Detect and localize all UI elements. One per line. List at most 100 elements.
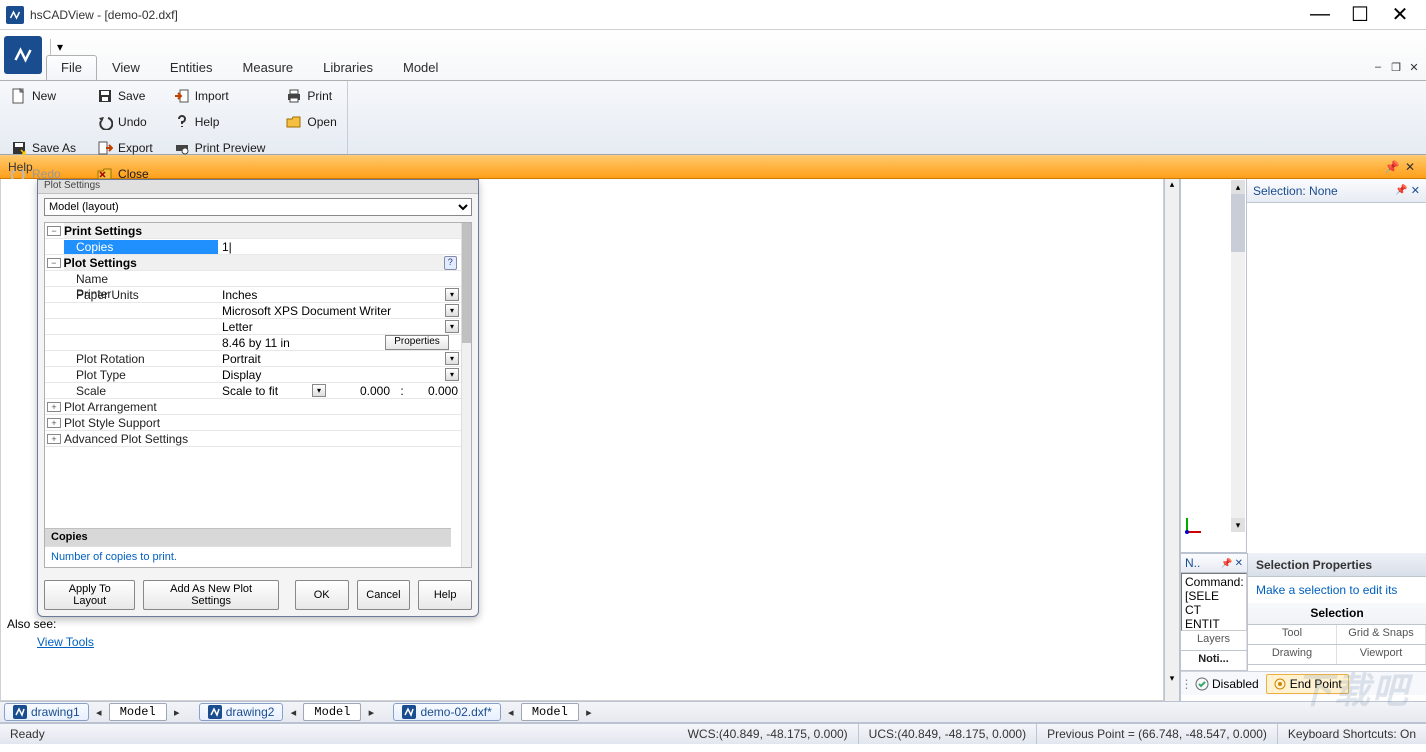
snap-disabled-button[interactable]: Disabled (1188, 674, 1266, 694)
qa-dropdown-icon[interactable]: ▾ (55, 42, 65, 52)
selection-header: Selection: None 📌 ✕ (1247, 179, 1426, 203)
mdi-minimize-icon[interactable]: – (1370, 60, 1386, 74)
minimize-button[interactable]: — (1300, 0, 1340, 30)
tab-measure[interactable]: Measure (228, 55, 309, 80)
export-button[interactable]: Export (92, 135, 157, 161)
import-button[interactable]: Import (169, 83, 270, 109)
doc-tab-demo02[interactable]: demo-02.dxf* (393, 703, 500, 721)
right-tabs2: Drawing Viewport (1248, 645, 1426, 665)
tab-drawing[interactable]: Drawing (1248, 645, 1337, 664)
tab-libraries[interactable]: Libraries (308, 55, 388, 80)
pin-icon[interactable]: 📌 (1395, 185, 1407, 196)
subtab-model3[interactable]: Model (521, 703, 579, 721)
command-input[interactable]: Command: [SELE CT ENTIT (1181, 573, 1247, 631)
menu-tabs: File View Entities Measure Libraries Mod… (46, 55, 453, 80)
row-paperdim-value: 8.46 by 11 inProperties (218, 335, 461, 350)
export-icon (96, 139, 114, 157)
expand-icon[interactable]: + (47, 402, 61, 412)
dlg-help-button[interactable]: Help (418, 580, 472, 610)
expand-icon[interactable]: + (47, 434, 61, 444)
row-rotation-value[interactable]: Portrait▾ (218, 351, 461, 366)
collapse-icon[interactable]: − (47, 258, 61, 268)
tab-tool[interactable]: Tool (1248, 625, 1337, 644)
tab-grid[interactable]: Grid & Snaps (1337, 625, 1426, 644)
chevron-down-icon[interactable]: ▾ (445, 304, 459, 317)
maximize-button[interactable]: ☐ (1340, 0, 1380, 30)
help-scrollbar[interactable]: ▴ ▾ (1164, 179, 1180, 701)
section-plot-settings[interactable]: Plot Settings (64, 255, 444, 270)
doc-tab-drawing2[interactable]: drawing2 (199, 703, 284, 721)
print-button[interactable]: Print (281, 83, 340, 109)
tab-viewport[interactable]: Viewport (1337, 645, 1426, 664)
properties-button[interactable]: Properties (385, 335, 449, 350)
expand-icon[interactable]: + (47, 418, 61, 428)
undo-button[interactable]: Undo (92, 109, 157, 135)
tab-model[interactable]: Model (388, 55, 453, 80)
snap-endpoint-button[interactable]: End Point (1266, 674, 1349, 694)
app-menu-button[interactable] (4, 36, 42, 74)
pin-icon[interactable]: 📌 (1384, 159, 1400, 175)
chevron-down-icon[interactable]: ▾ (445, 368, 459, 381)
row-copies-label[interactable]: Copies (64, 240, 218, 254)
viewport-scrollbar[interactable]: ▴ ▾ (1231, 180, 1245, 532)
save-icon (96, 87, 114, 105)
pd-layout-select[interactable]: Model (layout) (44, 198, 472, 216)
selprops-header: Selection Properties (1248, 553, 1426, 577)
collapse-icon[interactable]: − (47, 226, 61, 236)
tab-noti[interactable]: Noti... (1181, 651, 1247, 670)
printpreview-button[interactable]: Print Preview (169, 135, 270, 161)
selprops-tab[interactable]: Selection (1248, 603, 1426, 625)
open-label: Open (307, 115, 336, 129)
close-icon[interactable]: ✕ (1235, 558, 1243, 569)
mdi-restore-icon[interactable]: ❐ (1388, 60, 1404, 74)
ok-button[interactable]: OK (295, 580, 349, 610)
subtab-model2[interactable]: Model (303, 703, 361, 721)
row-papersize-value[interactable]: Letter▾ (218, 319, 461, 334)
help-button[interactable]: Help (169, 109, 270, 135)
row-copies-value[interactable]: 1| (218, 239, 461, 254)
close-button[interactable]: ✕ (1380, 0, 1420, 30)
tab-view[interactable]: View (97, 55, 155, 80)
nav-left-icon[interactable]: ◂ (91, 704, 107, 720)
view-tools-link[interactable]: View Tools (37, 635, 94, 649)
row-name-value[interactable] (218, 271, 461, 286)
nav-right-icon[interactable]: ▸ (169, 704, 185, 720)
window-controls: — ☐ ✕ (1300, 0, 1420, 30)
pin-icon[interactable]: 📌 (1221, 558, 1232, 569)
open-button[interactable]: Open (281, 109, 340, 135)
mini-viewport[interactable]: ▴ ▾ (1181, 179, 1246, 553)
apply-button[interactable]: Apply To Layout (44, 580, 135, 610)
cancel-button[interactable]: Cancel (357, 580, 411, 610)
nav-right-icon[interactable]: ▸ (363, 704, 379, 720)
doc-tab-drawing1[interactable]: drawing1 (4, 703, 89, 721)
info-icon[interactable]: ? (444, 256, 458, 270)
saveas-button[interactable]: Save As (6, 135, 80, 161)
section-print-settings[interactable]: Print Settings (64, 223, 461, 238)
row-paperunits-value[interactable]: Inches▾ (218, 287, 461, 302)
save-button[interactable]: Save (92, 83, 157, 109)
tab-layers[interactable]: Layers (1181, 631, 1247, 650)
row-scale-value[interactable]: Scale to fit▾0.000:0.000 (218, 383, 461, 398)
section-plot-arrangement[interactable]: Plot Arrangement (64, 400, 461, 414)
mdi-close-icon[interactable]: ✕ (1406, 60, 1422, 74)
chevron-down-icon[interactable]: ▾ (445, 320, 459, 333)
chevron-down-icon[interactable]: ▾ (445, 352, 459, 365)
nav-left-icon[interactable]: ◂ (285, 704, 301, 720)
tab-entities[interactable]: Entities (155, 55, 228, 80)
section-plot-style[interactable]: Plot Style Support (64, 416, 461, 430)
scroll-bar[interactable] (461, 223, 471, 567)
subtab-model1[interactable]: Model (109, 703, 167, 721)
close-icon[interactable]: ✕ (1411, 184, 1420, 197)
tab-file[interactable]: File (46, 55, 97, 80)
addnew-button[interactable]: Add As New Plot Settings (143, 580, 278, 610)
chevron-down-icon[interactable]: ▾ (312, 384, 326, 397)
status-wcs: WCS:(40.849, -48.175, 0.000) (678, 724, 859, 744)
row-printer-value[interactable]: Microsoft XPS Document Writer▾ (218, 303, 461, 318)
nav-right-icon[interactable]: ▸ (581, 704, 597, 720)
row-plottype-value[interactable]: Display▾ (218, 367, 461, 382)
nav-left-icon[interactable]: ◂ (503, 704, 519, 720)
close-icon[interactable]: ✕ (1402, 159, 1418, 175)
section-advanced-plot[interactable]: Advanced Plot Settings (64, 432, 461, 446)
chevron-down-icon[interactable]: ▾ (445, 288, 459, 301)
new-button[interactable]: New (6, 83, 80, 109)
